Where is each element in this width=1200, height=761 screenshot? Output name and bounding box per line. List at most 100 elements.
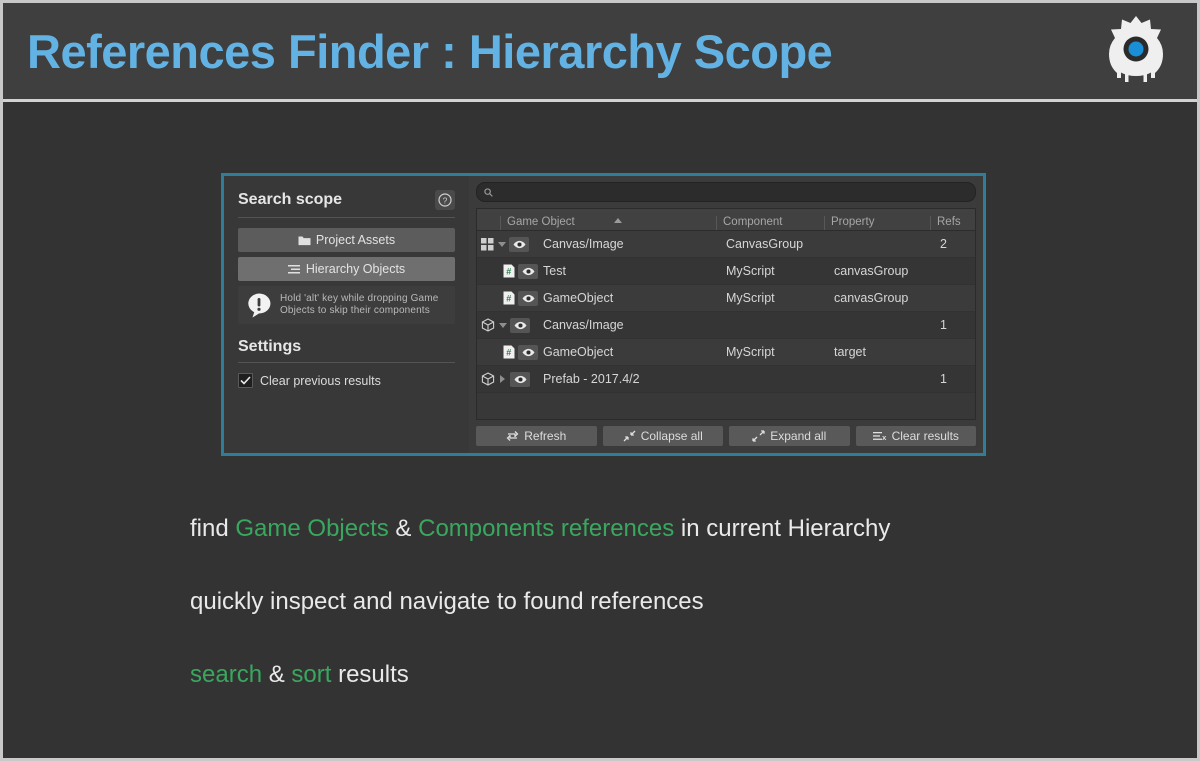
cell-gameobject: GameObject — [543, 291, 614, 305]
row-visibility-button[interactable] — [510, 317, 530, 333]
eye-icon — [514, 375, 526, 383]
row-visibility-button[interactable] — [518, 263, 538, 279]
search-bar[interactable] — [476, 182, 976, 202]
column-header-refs[interactable]: Refs — [930, 216, 965, 230]
caption-line-3: search & sort results — [190, 661, 1090, 689]
help-button[interactable]: ? — [435, 190, 455, 210]
cube-prefab-icon — [481, 372, 495, 386]
hierarchy-list-icon — [287, 264, 300, 273]
clear-list-x-icon: x — [872, 432, 887, 442]
alt-key-hint: Hold 'alt' key while dropping Game Objec… — [238, 286, 455, 324]
svg-text:x: x — [882, 433, 887, 442]
scope-divider — [238, 217, 455, 218]
alt-key-hint-line2: Objects to skip their components — [280, 305, 430, 316]
row-expander[interactable] — [497, 241, 506, 247]
column-header-icons — [477, 228, 500, 230]
caption-3-post: results — [331, 661, 409, 688]
results-panel: Game Object Component Property Refs Canv… — [469, 176, 983, 453]
column-header-gameobject-label: Game Object — [507, 216, 575, 228]
alt-key-hint-line1: Hold 'alt' key while dropping Game — [280, 292, 439, 304]
table-row[interactable]: # GameObject MyScript canvasGroup — [477, 285, 975, 312]
svg-text:#: # — [506, 347, 511, 357]
header-bar: References Finder : Hierarchy Scope — [3, 3, 1197, 102]
caption-1-mid: & — [388, 515, 419, 542]
question-mark-circle-icon: ? — [438, 193, 452, 207]
collapse-all-button[interactable]: Collapse all — [602, 426, 723, 446]
clear-previous-results-label: Clear previous results — [260, 373, 381, 388]
caption-3-mid: & — [262, 661, 292, 688]
caption-1-pre: find — [190, 515, 236, 542]
cell-gameobject: Test — [543, 264, 566, 278]
csharp-script-icon: # — [503, 345, 515, 359]
refresh-button[interactable]: Refresh — [476, 426, 597, 446]
caption-line-2: quickly inspect and navigate to found re… — [190, 588, 704, 615]
cell-property: target — [834, 345, 866, 359]
cell-property: canvasGroup — [834, 264, 909, 278]
table-row[interactable]: # GameObject MyScript target — [477, 339, 975, 366]
cell-component: MyScript — [726, 345, 775, 359]
references-finder-window: Search scope ? Project Assets Hierarchy … — [221, 173, 986, 456]
column-header-property[interactable]: Property — [824, 216, 930, 230]
row-visibility-button[interactable] — [518, 344, 538, 360]
svg-text:#: # — [506, 293, 511, 303]
cell-component: MyScript — [726, 291, 775, 305]
row-icon-group: # — [477, 290, 539, 306]
settings-divider — [238, 362, 455, 363]
row-expander[interactable] — [498, 375, 507, 383]
clear-previous-results-checkbox[interactable] — [238, 373, 253, 388]
expand-all-button-label: Expand all — [770, 429, 827, 443]
alt-key-hint-text: Hold 'alt' key while dropping Game Objec… — [280, 293, 438, 318]
eye-icon — [522, 294, 534, 302]
cell-gameobject: Canvas/Image — [543, 318, 624, 332]
row-icon-group — [477, 317, 539, 333]
csharp-script-icon: # — [503, 291, 515, 305]
column-header-component[interactable]: Component — [716, 216, 824, 230]
cell-component: MyScript — [726, 264, 775, 278]
robot-gear-head-icon — [1109, 16, 1163, 82]
caption-1-post: in current Hierarchy — [674, 515, 891, 542]
refresh-loop-icon — [506, 431, 519, 441]
cell-refs: 1 — [940, 372, 947, 386]
cell-gameobject: GameObject — [543, 345, 614, 359]
row-icon-group — [477, 236, 539, 252]
eye-icon — [513, 240, 525, 248]
caption-1-highlight-2: Components references — [418, 515, 675, 542]
search-scope-panel: Search scope ? Project Assets Hierarchy … — [224, 176, 469, 453]
setting-clear-previous-results[interactable]: Clear previous results — [238, 373, 455, 388]
row-expander[interactable] — [498, 322, 507, 328]
caption-3-highlight-2: sort — [291, 661, 332, 688]
results-table-header: Game Object Component Property Refs — [477, 209, 975, 231]
clear-results-button[interactable]: x Clear results — [855, 426, 976, 446]
column-header-gameobject[interactable]: Game Object — [500, 216, 716, 230]
expand-all-button[interactable]: Expand all — [729, 426, 850, 446]
eye-icon — [522, 267, 534, 275]
table-row[interactable]: Prefab - 2017.4/2 1 — [477, 366, 975, 393]
scope-button-hierarchy-objects[interactable]: Hierarchy Objects — [238, 257, 455, 281]
settings-title: Settings — [238, 338, 302, 355]
cell-gameobject: Canvas/Image — [543, 237, 624, 251]
folder-icon — [298, 236, 311, 245]
table-row[interactable]: # Test MyScript canvasGroup — [477, 258, 975, 285]
feature-captions: find Game Objects & Components reference… — [190, 515, 1090, 734]
search-input[interactable] — [498, 185, 968, 199]
collapse-all-button-label: Collapse all — [640, 429, 703, 443]
cube-prefab-icon — [481, 318, 495, 332]
svg-text:#: # — [506, 266, 511, 276]
eye-icon — [514, 321, 526, 329]
search-scope-title: Search scope — [238, 191, 343, 208]
expand-arrows-icon — [752, 430, 765, 442]
row-visibility-button[interactable] — [509, 236, 529, 252]
scope-button-project-assets[interactable]: Project Assets — [238, 228, 455, 252]
scope-button-label: Project Assets — [315, 232, 396, 247]
csharp-script-icon: # — [503, 264, 515, 278]
cell-refs: 1 — [940, 318, 947, 332]
table-row[interactable]: Canvas/Image CanvasGroup 2 — [477, 231, 975, 258]
row-visibility-button[interactable] — [510, 371, 530, 387]
cell-gameobject: Prefab - 2017.4/2 — [543, 372, 640, 386]
results-table: Game Object Component Property Refs Canv… — [476, 208, 976, 420]
row-visibility-button[interactable] — [518, 290, 538, 306]
grid-squares-icon — [481, 237, 494, 250]
svg-text:?: ? — [443, 195, 448, 205]
table-row[interactable]: Canvas/Image 1 — [477, 312, 975, 339]
cell-component: CanvasGroup — [726, 237, 804, 251]
